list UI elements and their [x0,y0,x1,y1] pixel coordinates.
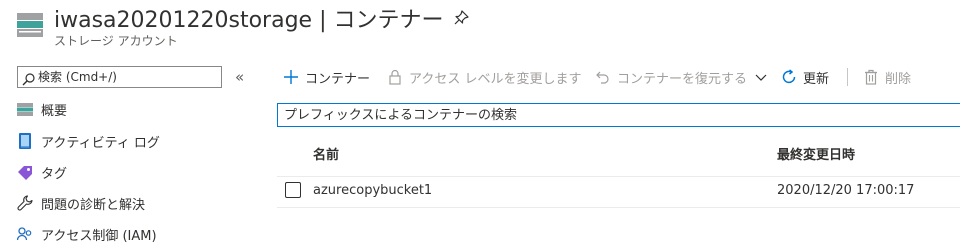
sidebar-item-overview[interactable]: 概要 [0,94,262,124]
trash-icon [863,69,879,85]
menu-search-box [17,66,222,88]
sidebar-item-access-control[interactable]: アクセス制御 (IAM) [0,219,262,249]
page-header: iwasa20201220storage | コンテナー ストレージ アカウント [0,0,960,56]
storage-account-icon [17,13,43,37]
collapse-menu-button[interactable]: « [235,68,244,86]
refresh-icon [781,69,797,85]
containers-blade: コンテナー アクセス レベルを変更します コンテナーを復元する 更新 削除 プレ… [277,56,960,237]
delete-button[interactable]: 削除 [863,65,911,89]
page-title: iwasa20201220storage | コンテナー [54,8,444,33]
row-checkbox[interactable] [285,182,301,198]
resource-menu: « 概要 アクティビティ ログ タグ [0,56,262,244]
add-container-label: コンテナー [305,71,371,87]
sidebar-item-activity-log[interactable]: アクティビティ ログ [0,126,262,156]
column-header-name[interactable]: 名前 [313,144,339,163]
command-bar: コンテナー アクセス レベルを変更します コンテナーを復元する 更新 削除 [277,65,960,89]
toolbar-divider [847,68,848,86]
add-container-button[interactable]: コンテナー [283,65,370,89]
chevron-down-icon [753,69,769,85]
search-icon [22,71,35,86]
sidebar-item-label: 問題の診断と解決 [41,198,146,213]
sidebar-item-label: アクセス制御 (IAM) [41,229,157,244]
refresh-button[interactable]: 更新 [781,65,829,89]
pin-icon[interactable] [453,10,469,26]
undo-icon [595,69,611,85]
restore-containers-button[interactable]: コンテナーを復元する [595,65,769,89]
sidebar-item-label: 概要 [41,104,68,119]
lock-icon [387,69,403,85]
container-search-input[interactable] [284,105,944,125]
sidebar-item-diagnose[interactable]: 問題の診断と解決 [0,188,262,218]
tag-icon [17,164,33,180]
restore-containers-label: コンテナーを復元する [617,71,748,87]
page-subtitle: ストレージ アカウント [54,34,178,48]
container-search-box [277,103,960,127]
change-access-level-button[interactable]: アクセス レベルを変更します [387,65,581,89]
plus-icon [283,69,299,85]
last-modified-cell: 2020/12/20 17:00:17 [777,183,915,198]
row-divider [277,207,960,208]
activity-log-icon [17,133,33,149]
menu-search-input[interactable] [38,67,218,87]
change-access-level-label: アクセス レベルを変更します [409,71,582,87]
column-header-last-modified[interactable]: 最終変更日時 [777,144,855,163]
overview-icon [17,101,33,117]
refresh-label: 更新 [803,71,830,87]
delete-label: 削除 [885,71,912,87]
wrench-icon [17,195,33,211]
sidebar-item-label: タグ [41,167,68,182]
sidebar-item-tags[interactable]: タグ [0,157,262,187]
table-row[interactable]: azurecopybucket1 2020/12/20 17:00:17 [277,177,960,207]
container-name-cell[interactable]: azurecopybucket1 [313,183,432,198]
sidebar-item-label: アクティビティ ログ [41,136,160,151]
